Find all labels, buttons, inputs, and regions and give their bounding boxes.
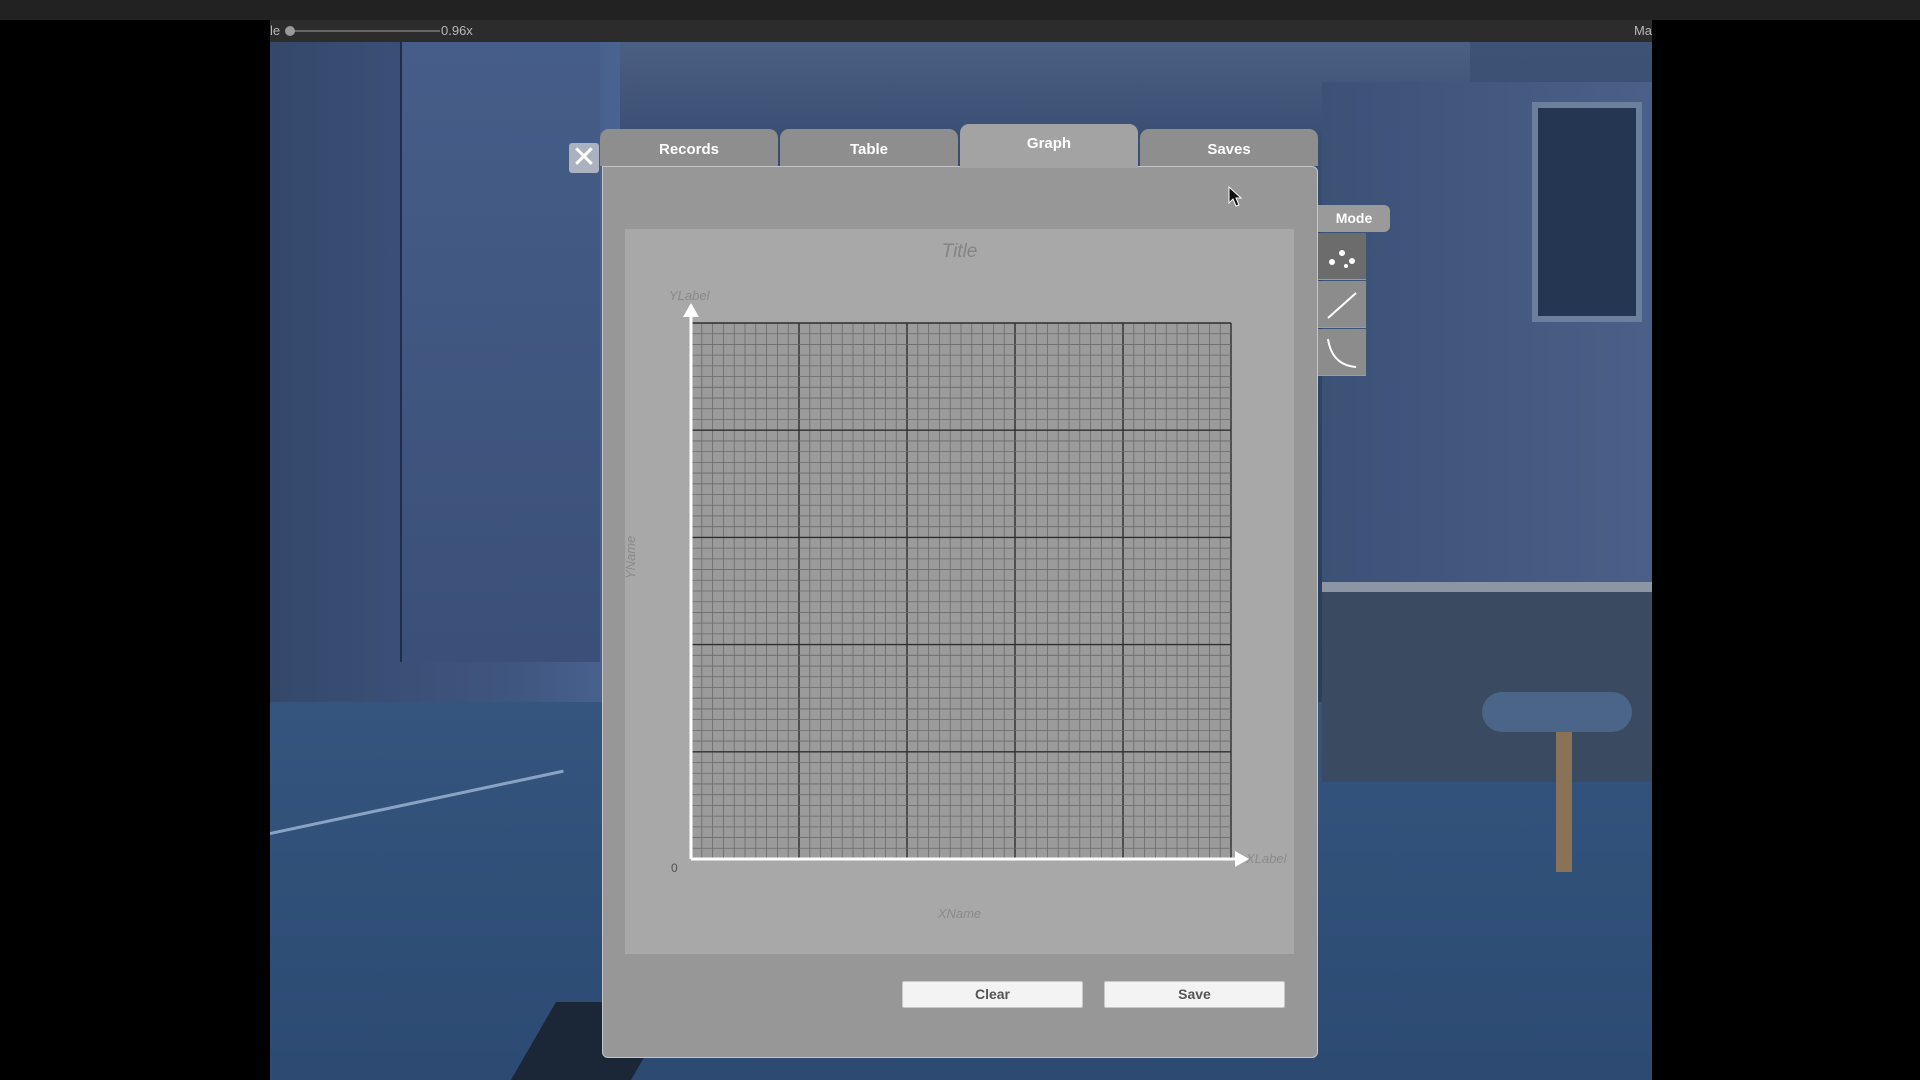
tab-label: Saves (1207, 141, 1251, 158)
clear-button-label: Clear (974, 986, 1011, 1002)
save-button-label: Save (1178, 986, 1211, 1002)
editor-top-bar (0, 0, 1920, 20)
tab-graph[interactable]: Graph (960, 124, 1138, 168)
tab-label: Graph (1026, 135, 1072, 152)
line-mode-button[interactable] (1318, 281, 1366, 328)
x-axis-name: XName (937, 906, 982, 921)
lab-stool-seat (1482, 692, 1632, 732)
wall-door (400, 42, 600, 662)
tab-records[interactable]: Records (600, 129, 778, 166)
scatter-points-icon (1329, 250, 1355, 268)
save-button[interactable]: Save (1104, 981, 1285, 1008)
timescale-slider-handle[interactable] (285, 26, 295, 36)
curve-line-icon (1327, 338, 1357, 368)
playback-bar: le 0.96x Ma (270, 20, 1652, 42)
origin-label: 0 (671, 861, 678, 875)
tab-table[interactable]: Table (780, 129, 958, 166)
lab-stool-leg (1556, 732, 1572, 872)
lab-counter (1322, 582, 1652, 782)
y-axis-arrow (683, 303, 699, 317)
y-axis-label: YLabel (669, 288, 710, 303)
timescale-slider[interactable] (290, 30, 440, 32)
ceiling (470, 42, 1470, 132)
clear-button[interactable]: Clear (902, 981, 1083, 1008)
scatter-mode-button[interactable] (1318, 233, 1366, 280)
close-icon: ✕ (571, 141, 597, 174)
mode-label: Mode (1318, 205, 1390, 232)
straight-line-icon (1327, 292, 1357, 319)
timescale-value: 0.96x (441, 23, 473, 38)
wall-window (1532, 102, 1642, 322)
y-axis-name: YName (623, 535, 638, 579)
tab-label: Table (849, 141, 889, 158)
tab-saves[interactable]: Saves (1140, 129, 1318, 166)
close-button[interactable]: ✕ (569, 143, 599, 173)
mouse-cursor-icon (1228, 186, 1243, 207)
graph-area[interactable]: Title YLabel XLabel XName YName 0 (623, 229, 1294, 954)
maximize-label[interactable]: Ma (1634, 20, 1652, 42)
graph-grid[interactable] (625, 229, 1294, 954)
timescale-label: le (270, 23, 281, 38)
tab-label: Records (658, 141, 720, 158)
graph-title: Title (941, 241, 978, 262)
curve-mode-button[interactable] (1318, 329, 1366, 376)
x-axis-label: XLabel (1246, 851, 1287, 866)
